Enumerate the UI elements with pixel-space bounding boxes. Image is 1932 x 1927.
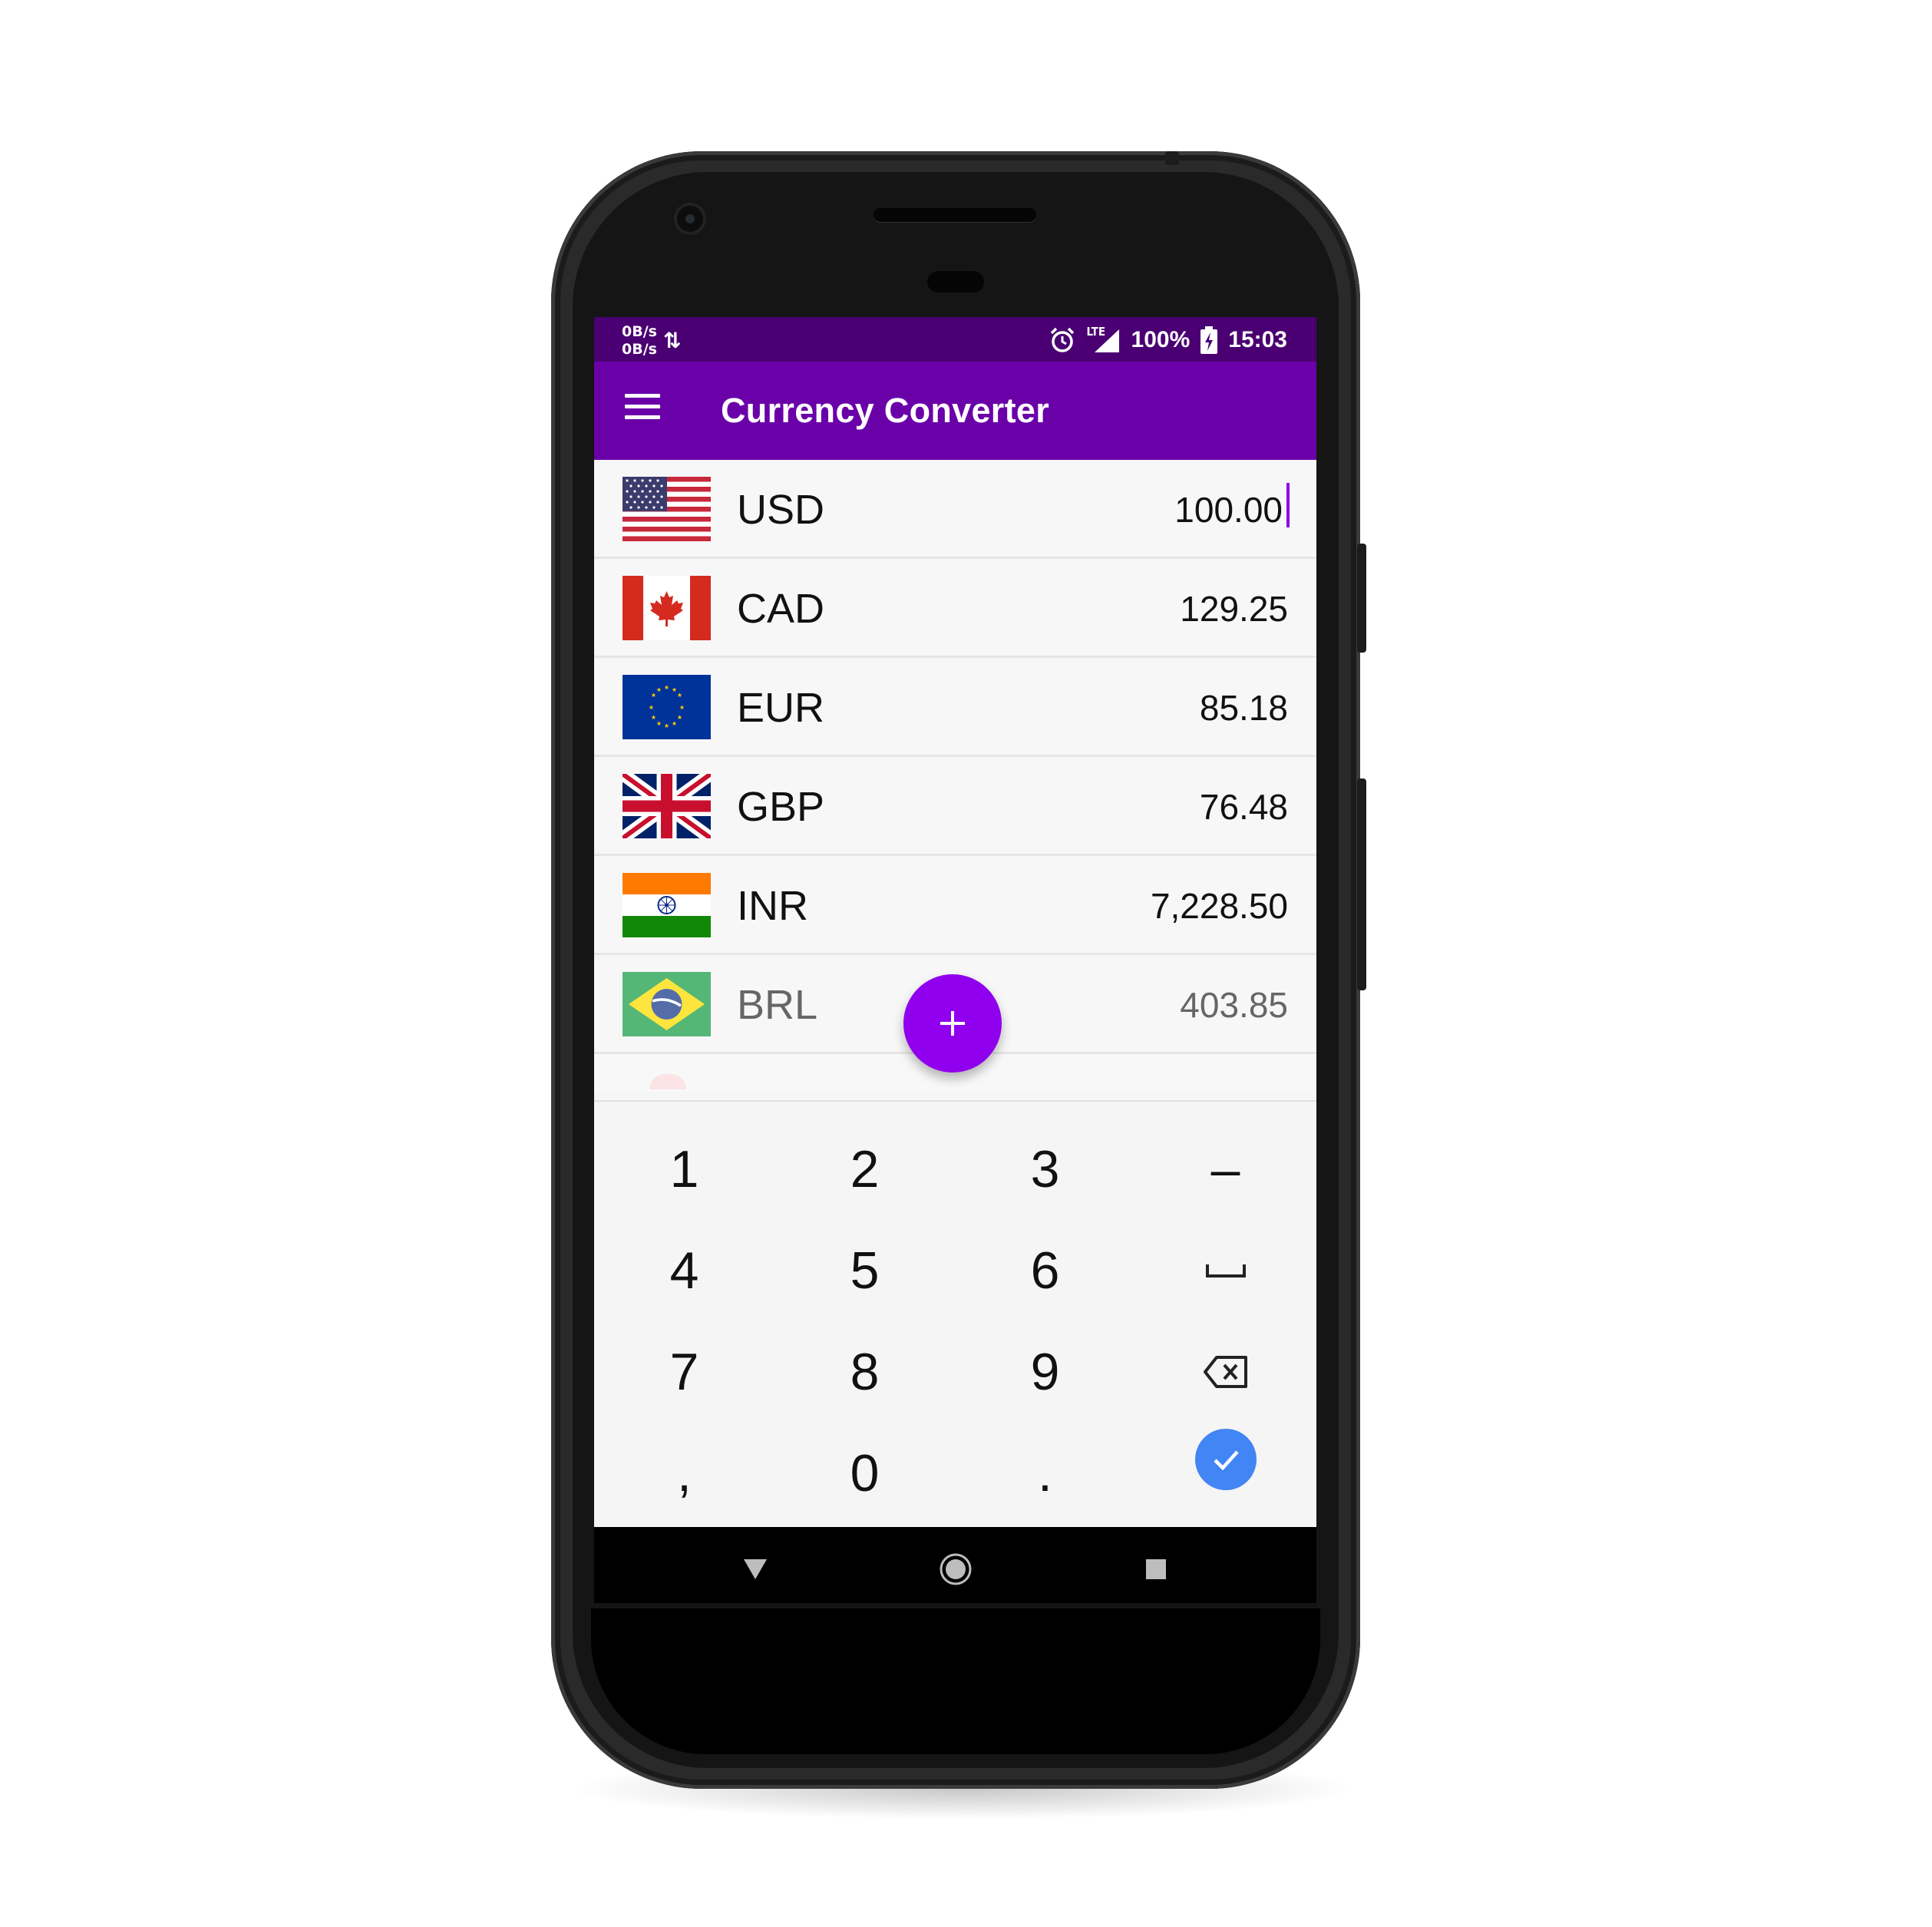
uk-flag-icon: [623, 774, 711, 838]
svg-text:★: ★: [656, 720, 662, 727]
key-6[interactable]: 6: [955, 1220, 1135, 1321]
currency-code: BRL: [737, 982, 818, 1028]
back-triangle-icon[interactable]: [736, 1550, 774, 1588]
screen: 0B/s 0B/s ⇅ LTE 100% 15:03 Currency Conv…: [594, 317, 1316, 1603]
svg-text:★: ★: [664, 722, 669, 729]
svg-text:★: ★: [677, 692, 682, 699]
signal-lte: LTE: [1087, 325, 1121, 354]
data-arrows-icon: ⇅: [663, 329, 682, 352]
brazil-flag-icon: [623, 972, 711, 1036]
power-button: [1357, 544, 1366, 653]
svg-text:★: ★: [679, 704, 685, 711]
currency-amount[interactable]: 129.25: [1180, 588, 1288, 630]
signal-icon: [1094, 329, 1119, 352]
key-done[interactable]: [1135, 1409, 1316, 1510]
navigation-bar: [594, 1527, 1316, 1603]
network-speed: 0B/s 0B/s: [622, 323, 657, 359]
hamburger-menu-icon[interactable]: [625, 394, 660, 421]
currency-code: EUR: [737, 685, 825, 731]
alarm-icon: [1050, 327, 1074, 352]
currency-amount[interactable]: 76.48: [1200, 786, 1288, 828]
front-camera: [677, 206, 703, 232]
svg-text:★: ★: [677, 714, 682, 721]
eu-flag-icon: ★ ★ ★ ★ ★ ★ ★ ★ ★ ★ ★ ★: [623, 675, 711, 739]
net-down-speed: 0B/s: [622, 341, 657, 358]
key-0[interactable]: 0: [774, 1423, 955, 1524]
svg-text:★: ★: [649, 704, 654, 711]
currency-code: CAD: [737, 586, 825, 632]
currency-amount[interactable]: 7,228.50: [1151, 885, 1288, 927]
currency-row-usd[interactable]: USD 100.00: [594, 460, 1316, 559]
app-bar: Currency Converter: [594, 362, 1316, 460]
recents-square-icon[interactable]: [1137, 1550, 1175, 1588]
currency-row-gbp[interactable]: GBP 76.48: [594, 757, 1316, 856]
key-8[interactable]: 8: [774, 1321, 955, 1423]
key-1[interactable]: 1: [594, 1119, 774, 1220]
key-comma[interactable]: ,: [594, 1423, 774, 1524]
svg-text:★: ★: [664, 684, 669, 691]
currency-code: GBP: [737, 784, 825, 830]
currency-code: INR: [737, 883, 808, 929]
key-4[interactable]: 4: [594, 1220, 774, 1321]
key-9[interactable]: 9: [955, 1321, 1135, 1423]
check-icon: [1194, 1429, 1257, 1490]
currency-amount[interactable]: 403.85: [1180, 984, 1288, 1026]
us-flag-icon: [623, 477, 711, 541]
currency-amount[interactable]: 85.18: [1200, 687, 1288, 729]
key-space[interactable]: [1135, 1220, 1316, 1321]
numeric-keypad: 1 2 3 – 4 5 6 7 8 9 , 0 .: [594, 1100, 1316, 1529]
canada-flag-icon: [623, 576, 711, 640]
space-key-icon: [1205, 1264, 1246, 1278]
svg-text:★: ★: [651, 714, 656, 721]
battery-charging-icon: [1200, 326, 1218, 354]
add-currency-button[interactable]: [903, 974, 1002, 1073]
battery-percent: 100%: [1131, 327, 1191, 352]
partial-flag-icon: [649, 1074, 686, 1089]
home-circle-icon[interactable]: [936, 1550, 975, 1588]
key-2[interactable]: 2: [774, 1119, 955, 1220]
key-7[interactable]: 7: [594, 1321, 774, 1423]
top-notch-mark: [1165, 151, 1179, 165]
text-cursor: [1286, 483, 1290, 527]
phone-chin: [591, 1608, 1320, 1754]
key-backspace[interactable]: [1135, 1321, 1316, 1423]
status-icons: LTE 100% 15:03: [1049, 325, 1287, 355]
earpiece-speaker: [874, 208, 1036, 222]
india-flag-icon: [623, 873, 711, 937]
volume-button: [1357, 778, 1366, 990]
app-title: Currency Converter: [721, 391, 1050, 430]
svg-text:★: ★: [672, 720, 677, 727]
currency-row-inr[interactable]: INR 7,228.50: [594, 856, 1316, 955]
net-up-speed: 0B/s: [622, 323, 657, 340]
key-3[interactable]: 3: [955, 1119, 1135, 1220]
backspace-icon: [1203, 1356, 1247, 1388]
currency-row-eur[interactable]: ★ ★ ★ ★ ★ ★ ★ ★ ★ ★ ★ ★ EUR 85.18: [594, 658, 1316, 757]
key-period[interactable]: .: [955, 1423, 1135, 1524]
svg-text:★: ★: [656, 686, 662, 693]
plus-icon: [940, 1011, 965, 1036]
amount-input[interactable]: 100.00: [1174, 489, 1283, 531]
status-bar: 0B/s 0B/s ⇅ LTE 100% 15:03: [594, 317, 1316, 362]
key-minus[interactable]: –: [1135, 1119, 1316, 1220]
proximity-sensor: [927, 271, 984, 293]
clock-time: 15:03: [1228, 327, 1287, 352]
key-5[interactable]: 5: [774, 1220, 955, 1321]
currency-code: USD: [737, 487, 825, 533]
currency-row-cad[interactable]: CAD 129.25: [594, 559, 1316, 658]
